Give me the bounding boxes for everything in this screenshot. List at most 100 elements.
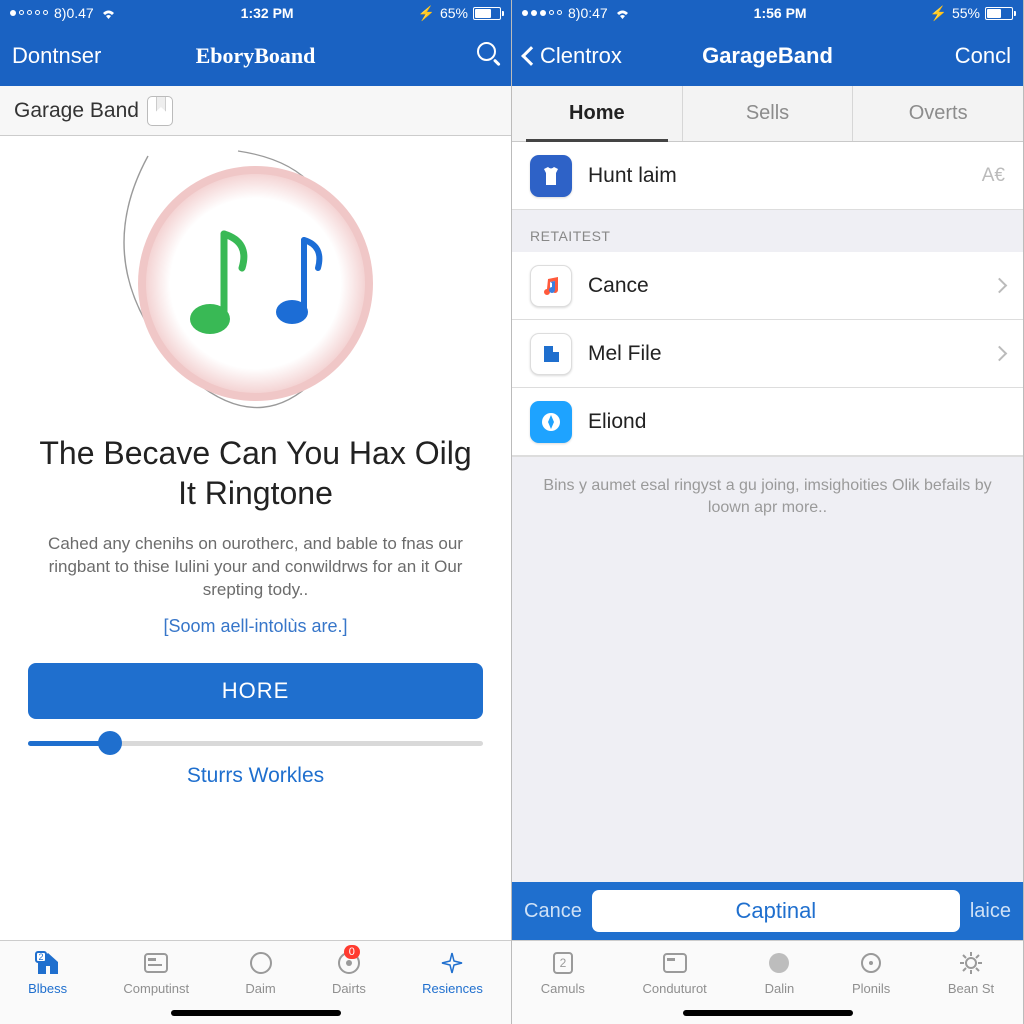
tab-bar: 2 Blbess Computinst Daim 0 Dairts (0, 940, 511, 1024)
tab-label: Bean St (948, 981, 994, 996)
tab-dairts[interactable]: 0 Dairts (332, 949, 366, 996)
nav-back[interactable]: Dontnser (12, 43, 174, 69)
circle-icon (246, 949, 276, 977)
circle-icon (764, 949, 794, 977)
status-bar: 8)0:47 1:56 PM ⚡ 55% (512, 0, 1023, 26)
clock: 1:32 PM (241, 5, 294, 21)
home-indicator[interactable] (683, 1010, 853, 1016)
segment-overts[interactable]: Overts (853, 86, 1023, 141)
hero-circle-icon (138, 166, 373, 401)
signal-dots (522, 10, 562, 16)
progress-slider[interactable] (28, 741, 483, 746)
tab-label: Blbess (28, 981, 67, 996)
content-area: The Becave Can You Hax Oilg It Ringtone … (0, 136, 511, 940)
chevron-right-icon (992, 278, 1008, 294)
row-label: Eliond (588, 410, 646, 434)
tab-computinst[interactable]: Computinst (123, 949, 189, 996)
tab-label: Conduturot (642, 981, 706, 996)
shirt-icon (530, 155, 572, 197)
row-label: Cance (588, 274, 649, 298)
status-bar: 8)0.47 1:32 PM ⚡ 65% (0, 0, 511, 26)
tab-label: Daim (245, 981, 275, 996)
nav-action[interactable]: Concl (849, 43, 1011, 69)
tab-plonils[interactable]: Plonils (852, 949, 890, 996)
tab-bar: 2 Camuls Conduturot Dalin Plonils (512, 940, 1023, 1024)
sparkle-icon (437, 949, 467, 977)
tab-label: Computinst (123, 981, 189, 996)
headline: The Becave Can You Hax Oilg It Ringtone (28, 433, 483, 513)
phone-left: 8)0.47 1:32 PM ⚡ 65% Dontnser EboryBoand… (0, 0, 512, 1024)
bolt-icon: ⚡ (930, 5, 947, 22)
nav-title: GarageBand (686, 43, 848, 69)
subheader: Garage Band (0, 86, 511, 136)
chevron-back-icon (521, 46, 541, 66)
tab-camuls[interactable]: 2 Camuls (541, 949, 585, 996)
badge: 0 (344, 945, 360, 959)
wifi-icon (100, 7, 117, 20)
home-indicator[interactable] (171, 1010, 341, 1016)
row-meta: A€ (982, 165, 1005, 187)
segment-tabs: Home Sells Overts (512, 86, 1023, 142)
row-label: Hunt laim (588, 164, 677, 188)
alt-button[interactable]: laice (970, 900, 1011, 923)
featured-row[interactable]: Hunt laim A€ (512, 142, 1023, 210)
list-container: Hunt laim A€ RETAITEST Cance Mel File El… (512, 142, 1023, 882)
primary-button[interactable]: HORE (28, 663, 483, 719)
main-action-button[interactable]: Captinal (592, 890, 960, 932)
row-label: Mel File (588, 342, 662, 366)
gear-icon (956, 949, 986, 977)
wifi-icon (614, 7, 631, 20)
tab-label: Camuls (541, 981, 585, 996)
tab-conduturot[interactable]: Conduturot (642, 949, 706, 996)
subheader-label: Garage Band (14, 99, 139, 123)
nav-bar: Dontnser EboryBoand (0, 26, 511, 86)
nav-title: EboryBoand (174, 43, 336, 69)
inline-link[interactable]: [Soom aell-intolùs are.] (163, 616, 347, 637)
tab-label: Plonils (852, 981, 890, 996)
badge2-icon: 2 (548, 949, 578, 977)
carrier-label: 8)0.47 (54, 5, 94, 21)
card-icon (141, 949, 171, 977)
segment-sells[interactable]: Sells (683, 86, 854, 141)
music-note-blue-icon (270, 234, 328, 334)
home-icon: 2 (33, 949, 63, 977)
tab-label: Dalin (765, 981, 795, 996)
list-item[interactable]: Eliond (512, 388, 1023, 456)
list-item[interactable]: Mel File (512, 320, 1023, 388)
bolt-icon: ⚡ (418, 5, 435, 22)
phone-right: 8)0:47 1:56 PM ⚡ 55% Clentrox GarageBand… (512, 0, 1024, 1024)
clock: 1:56 PM (754, 5, 807, 21)
cancel-button[interactable]: Cance (524, 900, 582, 923)
svg-text:2: 2 (38, 952, 43, 962)
carrier-label: 8)0:47 (568, 5, 608, 21)
bookmark-icon[interactable] (147, 96, 173, 126)
file-icon (530, 333, 572, 375)
nav-back[interactable]: Clentrox (524, 43, 686, 69)
music-note-green-icon (184, 224, 254, 344)
compass-icon (530, 401, 572, 443)
svg-text:2: 2 (559, 956, 566, 970)
battery-pct: 55% (952, 5, 980, 21)
tab-resiences[interactable]: Resiences (422, 949, 483, 996)
footer-note: Bins y aumet esal ringyst a gu joing, im… (512, 456, 1023, 532)
secondary-link[interactable]: Sturrs Workles (187, 764, 324, 788)
tab-beanst[interactable]: Bean St (948, 949, 994, 996)
battery-icon (473, 7, 501, 20)
section-header: RETAITEST (512, 210, 1023, 252)
signal-dots (10, 10, 48, 16)
bottom-toolbar: Cance Captinal laice (512, 882, 1023, 940)
tab-dalin[interactable]: Dalin (764, 949, 794, 996)
ring-icon (856, 949, 886, 977)
tab-home[interactable]: 2 Blbess (28, 949, 67, 996)
tab-daim[interactable]: Daim (245, 949, 275, 996)
segment-home[interactable]: Home (512, 86, 683, 141)
music-app-icon (530, 265, 572, 307)
battery-pct: 65% (440, 5, 468, 21)
search-icon[interactable] (477, 42, 499, 64)
description: Cahed any chenihs on ourotherc, and babl… (28, 533, 483, 602)
battery-icon (985, 7, 1013, 20)
card-icon (660, 949, 690, 977)
chevron-right-icon (992, 346, 1008, 362)
tab-label: Resiences (422, 981, 483, 996)
list-item[interactable]: Cance (512, 252, 1023, 320)
